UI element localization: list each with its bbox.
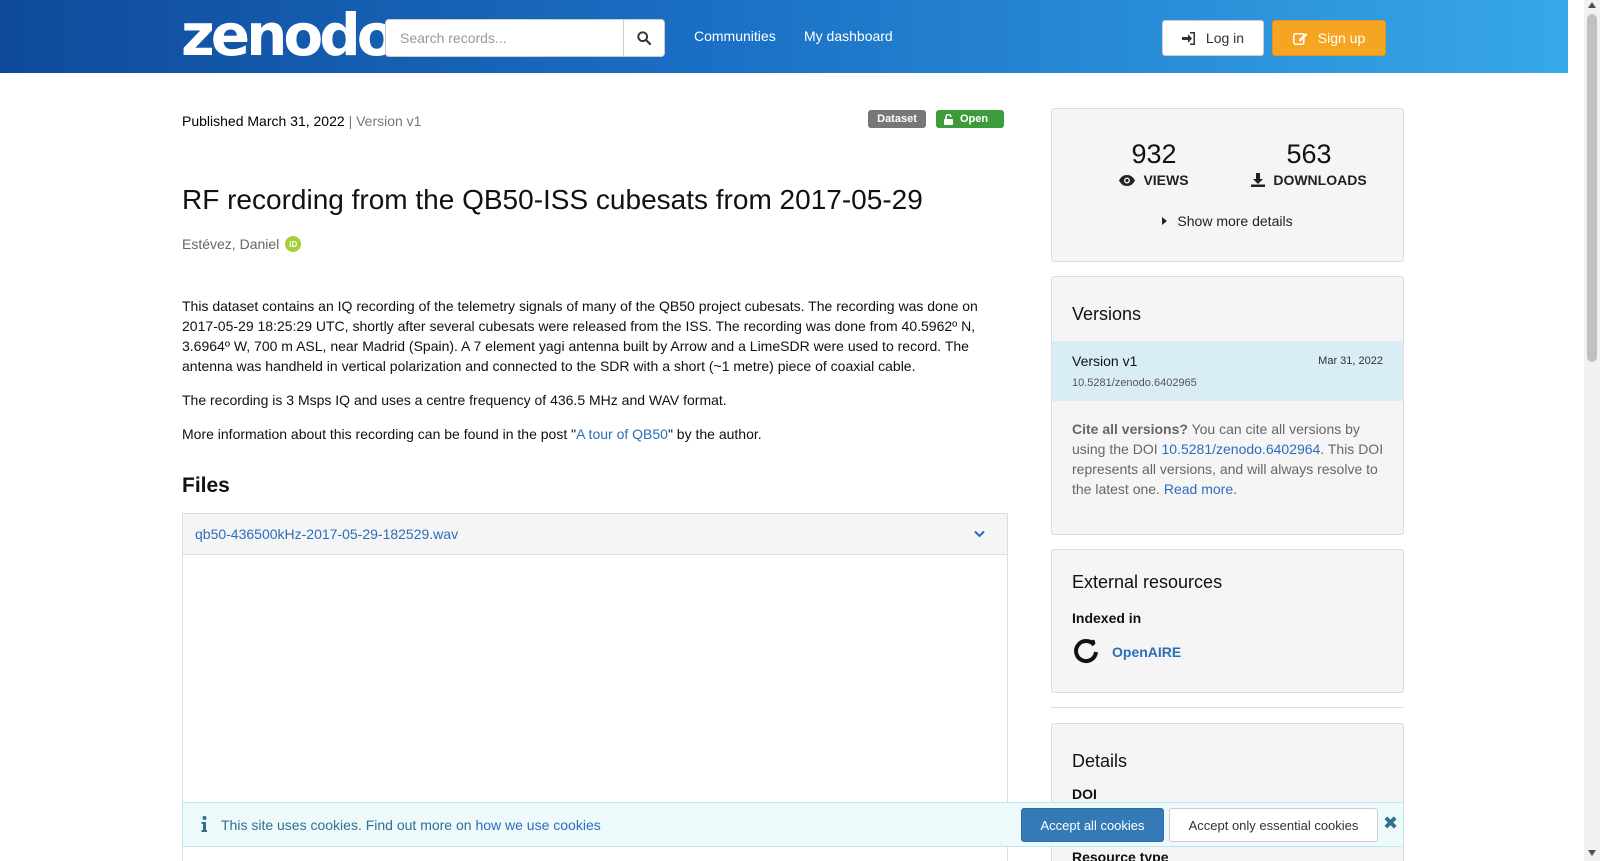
openaire-link[interactable]: OpenAIRE: [1072, 638, 1181, 666]
cookie-policy-link[interactable]: how we use cookies: [475, 817, 600, 833]
description-paragraph: More information about this recording ca…: [182, 424, 982, 444]
cookie-banner: This site uses cookies. Find out more on…: [182, 802, 1404, 847]
login-button[interactable]: Log in: [1162, 20, 1264, 56]
close-icon[interactable]: ✖: [1383, 813, 1398, 834]
search-icon: [637, 31, 652, 45]
author-line: Estévez, Daniel iD: [182, 236, 302, 252]
description-paragraph: This dataset contains an IQ recording of…: [182, 298, 978, 374]
chevron-down-icon[interactable]: [974, 530, 985, 538]
access-badge: Open: [936, 110, 1004, 128]
downloads-label-row: DOWNLOADS: [1229, 172, 1389, 188]
downloads-label: DOWNLOADS: [1273, 172, 1367, 188]
version-date: Mar 31, 2022: [1318, 355, 1383, 367]
sidebar-divider: [1051, 707, 1404, 708]
nav-my-dashboard[interactable]: My dashboard: [804, 28, 893, 44]
show-more-details-toggle[interactable]: Show more details: [1052, 213, 1403, 229]
views-stat: 932 VIEWS: [1074, 139, 1234, 188]
cite-all-versions: Cite all versions? You can cite all vers…: [1072, 419, 1387, 499]
indexed-in-label: Indexed in: [1072, 610, 1142, 626]
scroll-down-arrow-icon[interactable]: [1588, 850, 1596, 856]
details-title: Details: [1072, 751, 1128, 771]
unlock-icon: [944, 113, 953, 125]
description-paragraph: The recording is 3 Msps IQ and uses a ce…: [182, 392, 727, 408]
openaire-logo-icon: [1074, 639, 1098, 664]
downloads-stat: 563 DOWNLOADS: [1229, 139, 1389, 188]
scroll-up-arrow-icon[interactable]: [1588, 2, 1596, 8]
accept-all-cookies-button[interactable]: Accept all cookies: [1021, 808, 1164, 842]
file-name-link[interactable]: qb50-436500kHz-2017-05-29-182529.wav: [195, 526, 458, 542]
info-icon: [201, 816, 207, 832]
cite-all-versions-heading: Cite all versions?: [1072, 421, 1188, 437]
description-text: More information about this recording ca…: [182, 426, 577, 442]
files-heading: Files: [182, 474, 230, 497]
scrollbar-thumb[interactable]: [1587, 14, 1597, 362]
nav-communities[interactable]: Communities: [694, 28, 776, 44]
version-doi: 10.5281/zenodo.6402965: [1072, 377, 1197, 389]
openaire-label[interactable]: OpenAIRE: [1112, 644, 1181, 660]
search-button[interactable]: [624, 19, 665, 57]
file-preview-header[interactable]: qb50-436500kHz-2017-05-29-182529.wav: [183, 514, 1007, 555]
external-resources-title: External resources: [1072, 572, 1223, 592]
stats-panel: 932 VIEWS 563 DOWNLOADS Show more detail…: [1051, 108, 1404, 262]
sign-in-icon: [1181, 31, 1195, 45]
accept-essential-cookies-button[interactable]: Accept only essential cookies: [1169, 808, 1378, 842]
eye-icon: [1119, 174, 1136, 186]
cookie-text: This site uses cookies. Find out more on: [221, 817, 476, 833]
download-icon: [1251, 173, 1266, 187]
record-description: This dataset contains an IQ recording of…: [182, 296, 982, 458]
resource-type-badge: Dataset: [868, 110, 926, 128]
concept-doi-link[interactable]: 10.5281/zenodo.6402964: [1162, 441, 1321, 457]
version-label: | Version v1: [348, 113, 422, 129]
versions-panel: Versions Version v1 Mar 31, 2022 10.5281…: [1051, 276, 1404, 535]
signup-button[interactable]: Sign up: [1272, 20, 1386, 56]
access-badge-label: Open: [960, 113, 989, 125]
search-input[interactable]: [385, 19, 625, 57]
downloads-count: 563: [1286, 139, 1332, 169]
views-label-row: VIEWS: [1074, 172, 1234, 188]
version-name[interactable]: Version v1: [1072, 353, 1137, 369]
version-item[interactable]: Version v1 Mar 31, 2022 10.5281/zenodo.6…: [1052, 341, 1403, 401]
tour-of-qb50-link[interactable]: A tour of QB50: [576, 426, 668, 442]
search-bar: [385, 19, 665, 57]
views-count: 932: [1131, 139, 1177, 169]
published-date: Published March 31, 2022: [182, 113, 345, 129]
doi-label: DOI: [1072, 786, 1097, 802]
resource-type-label: Resource type: [1072, 849, 1169, 861]
publication-info: Published March 31, 2022 | Version v1: [182, 113, 421, 129]
zenodo-logo[interactable]: zenodo: [181, 6, 397, 64]
page-scrollbar[interactable]: [1584, 0, 1600, 861]
caret-right-icon: [1162, 217, 1168, 225]
top-navbar: zenodo Communities My dashboard Log in S…: [0, 0, 1568, 73]
versions-title: Versions: [1072, 304, 1142, 324]
views-label: VIEWS: [1143, 172, 1189, 188]
orcid-icon[interactable]: iD: [285, 236, 302, 252]
signup-label: Sign up: [1317, 30, 1366, 46]
cookie-message: This site uses cookies. Find out more on…: [221, 817, 601, 833]
author-name[interactable]: Estévez, Daniel: [182, 236, 279, 252]
edit-icon: [1292, 33, 1308, 45]
description-text: " by the author.: [667, 426, 762, 442]
login-label: Log in: [1205, 30, 1245, 46]
read-more-link[interactable]: Read more.: [1164, 481, 1237, 497]
record-title: RF recording from the QB50-ISS cubesats …: [182, 184, 923, 215]
external-resources-panel: External resources Indexed in OpenAIRE: [1051, 549, 1404, 693]
show-more-label: Show more details: [1177, 213, 1293, 229]
